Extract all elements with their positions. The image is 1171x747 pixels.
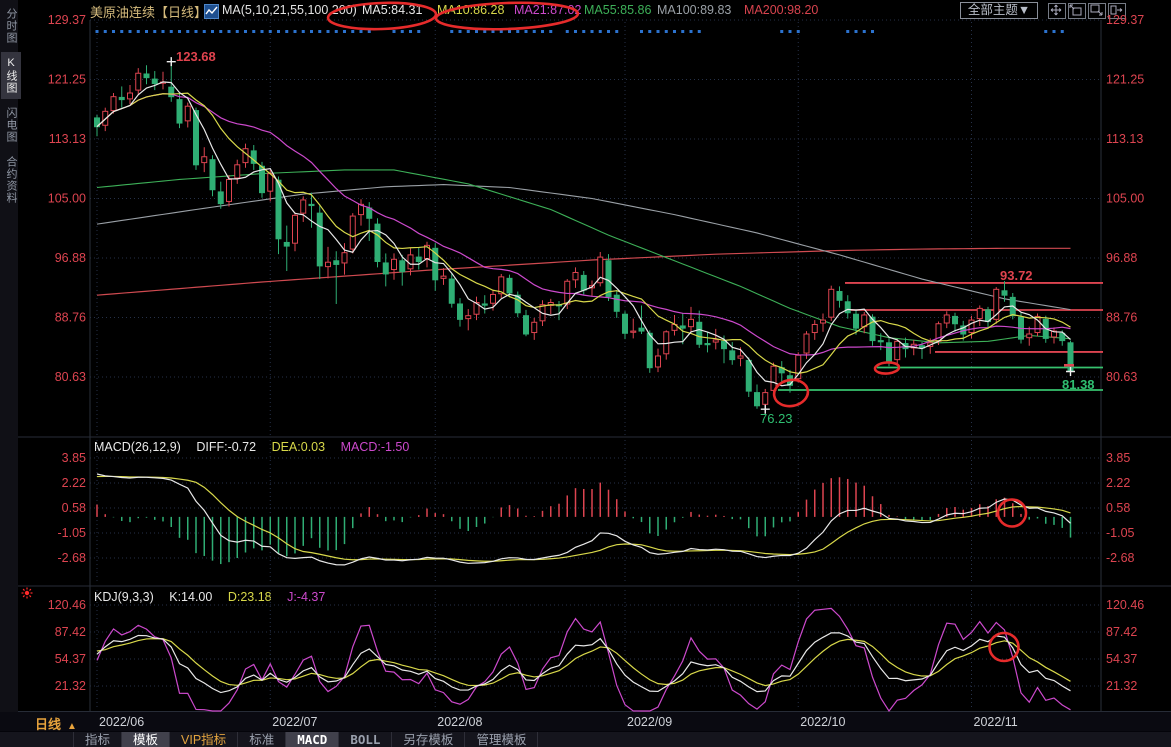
toolbar-item-boll[interactable]: BOLL <box>339 732 392 747</box>
kdj-k-value: K:14.00 <box>169 590 212 604</box>
instrument-title: 美原油连续【日线】 <box>90 2 207 21</box>
svg-text:3.85: 3.85 <box>62 451 86 465</box>
svg-text:-2.68: -2.68 <box>1106 551 1135 565</box>
dock-top-left-icon[interactable] <box>1068 3 1086 19</box>
svg-text:0.58: 0.58 <box>1106 501 1130 515</box>
macd-diff-value: DIFF:-0.72 <box>196 440 256 454</box>
svg-text:121.25: 121.25 <box>48 73 86 87</box>
kdj-j-value: J:-4.37 <box>287 590 325 604</box>
time-axis-row: 日线▲ <box>0 712 1171 731</box>
dock-bottom-right-icon[interactable] <box>1088 3 1106 19</box>
pop-out-window-icon[interactable] <box>1108 3 1126 19</box>
svg-text:81.38: 81.38 <box>1062 377 1095 392</box>
svg-text:2.22: 2.22 <box>1106 476 1130 490</box>
svg-text:113.13: 113.13 <box>49 132 86 146</box>
svg-text:54.37: 54.37 <box>1106 652 1137 666</box>
svg-text:87.42: 87.42 <box>1106 625 1137 639</box>
ma5-value: MA5:84.31 <box>362 3 422 17</box>
toolbar-item-standard[interactable]: 标准 <box>238 732 286 747</box>
template-toolbar: 指标 模板 VIP指标 标准 MACD BOLL 另存模板 管理模板 <box>0 731 1171 747</box>
kline-chart-icon <box>204 4 219 19</box>
macd-macd-value: MACD:-1.50 <box>341 440 410 454</box>
kdj-pane-header: KDJ(9,3,3) K:14.00 D:23.18 J:-4.37 <box>94 590 337 604</box>
kdj-d-value: D:23.18 <box>228 590 272 604</box>
theme-selector-button[interactable]: 全部主题▼ <box>960 2 1038 19</box>
svg-text:54.37: 54.37 <box>55 652 86 666</box>
macd-pane-header: MACD(26,12,9) DIFF:-0.72 DEA:0.03 MACD:-… <box>94 440 421 454</box>
svg-text:80.63: 80.63 <box>55 370 86 384</box>
chart-header: 美原油连续【日线】 MA(5,10,21,55,100,200) MA5:84.… <box>18 0 1171 22</box>
svg-text:2.22: 2.22 <box>62 476 86 490</box>
svg-text:105.00: 105.00 <box>1106 192 1144 206</box>
svg-text:-2.68: -2.68 <box>58 551 87 565</box>
svg-text:93.72: 93.72 <box>1000 268 1033 283</box>
svg-text:123.68: 123.68 <box>176 49 216 64</box>
svg-text:120.46: 120.46 <box>48 598 86 612</box>
app-window: 分时图 K线图 闪电图 合约资料 美原油连续【日线】 MA(5,10,21,55… <box>0 0 1171 747</box>
ma10-value: MA10:86.28 <box>437 3 504 17</box>
macd-title: MACD(26,12,9) <box>94 440 181 454</box>
svg-text:87.42: 87.42 <box>55 625 86 639</box>
svg-text:121.25: 121.25 <box>1106 73 1144 87</box>
ma200-value: MA200:98.20 <box>744 3 818 17</box>
svg-text:96.88: 96.88 <box>1106 251 1137 265</box>
svg-text:80.63: 80.63 <box>1106 370 1137 384</box>
sidebar-tab-kline[interactable]: K线图 <box>1 52 21 99</box>
left-tab-rail: 分时图 K线图 闪电图 合约资料 <box>0 0 18 712</box>
toolbar-item-manage-templates[interactable]: 管理模板 <box>465 732 538 747</box>
ma100-value: MA100:89.83 <box>657 3 731 17</box>
svg-text:76.23: 76.23 <box>760 411 793 426</box>
macd-dea-value: DEA:0.03 <box>272 440 326 454</box>
ma-settings-label: MA(5,10,21,55,100,200) <box>222 3 357 17</box>
svg-text:120.46: 120.46 <box>1106 598 1144 612</box>
svg-text:0.58: 0.58 <box>62 501 86 515</box>
ma55-value: MA55:85.86 <box>584 3 651 17</box>
svg-text:88.76: 88.76 <box>55 311 86 325</box>
sidebar-tab-contract-info[interactable]: 合约资料 <box>1 151 21 209</box>
toolbar-item-macd[interactable]: MACD <box>286 732 339 747</box>
chart-canvas: 129.37129.37121.25121.25113.13113.13105.… <box>0 0 1171 731</box>
svg-text:88.76: 88.76 <box>1106 311 1137 325</box>
svg-text:-1.05: -1.05 <box>1106 526 1135 540</box>
svg-text:105.00: 105.00 <box>48 192 86 206</box>
toolbar-item-save-template[interactable]: 另存模板 <box>392 732 465 747</box>
ma21-value: MA21:87.02 <box>514 3 581 17</box>
sidebar-tab-flash[interactable]: 闪电图 <box>1 102 21 148</box>
kdj-title: KDJ(9,3,3) <box>94 590 154 604</box>
svg-text:21.32: 21.32 <box>55 679 86 693</box>
svg-text:3.85: 3.85 <box>1106 451 1130 465</box>
toolbar-item-indicators[interactable]: 指标 <box>73 732 122 747</box>
move-layout-icon[interactable] <box>1048 3 1066 19</box>
svg-text:-1.05: -1.05 <box>58 526 87 540</box>
svg-text:96.88: 96.88 <box>55 251 86 265</box>
toolbar-item-templates[interactable]: 模板 <box>122 732 170 747</box>
svg-text:21.32: 21.32 <box>1106 679 1137 693</box>
toolbar-item-vip-indicators[interactable]: VIP指标 <box>170 732 238 747</box>
svg-text:113.13: 113.13 <box>1106 132 1143 146</box>
